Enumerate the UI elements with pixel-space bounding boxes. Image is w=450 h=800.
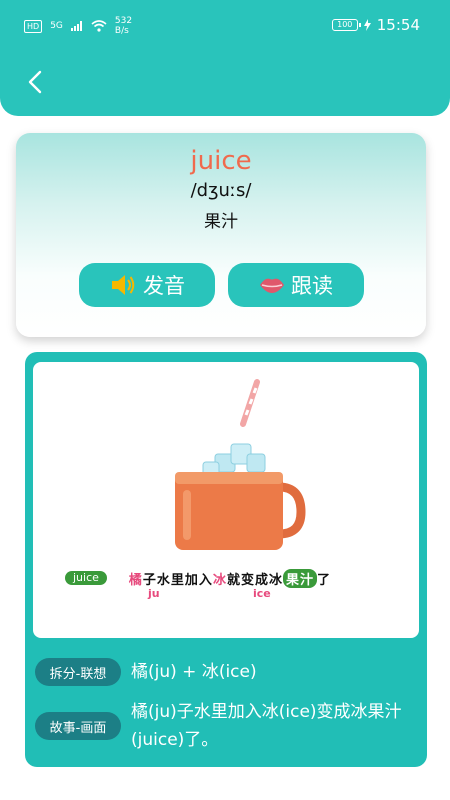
sentence-part: 就变成冰 bbox=[226, 572, 283, 588]
lips-icon bbox=[260, 278, 284, 293]
phonetic: /dʒuːs/ bbox=[190, 180, 252, 201]
wifi-icon bbox=[91, 20, 107, 32]
chevron-left-icon bbox=[28, 70, 42, 94]
status-right: 100 15:54 bbox=[331, 16, 420, 34]
highlight-ju: 橘 bbox=[128, 572, 143, 588]
split-association-label: 拆分-联想 bbox=[35, 658, 121, 686]
signal-label: 5G bbox=[50, 21, 63, 31]
word-title: juice bbox=[190, 146, 252, 176]
meaning: 果汁 bbox=[204, 212, 238, 232]
sentence-part: 了 bbox=[316, 572, 331, 588]
network-speed: 532 B/s bbox=[114, 16, 133, 36]
illustration-sentence: juice 橘 子水里加入 冰 就变成冰 果汁 了 bbox=[65, 567, 331, 589]
illustration-panel: juice 橘 子水里加入 冰 就变成冰 果汁 了 ju ice bbox=[33, 362, 419, 638]
highlight-juice: 果汁 bbox=[282, 568, 317, 588]
status-bar: HD 5G 532 B/s 100 15:54 bbox=[0, 0, 450, 50]
sentence-part: 子水里加入 bbox=[142, 572, 213, 588]
subscript-ju: ju bbox=[148, 587, 160, 600]
memory-card: juice 橘 子水里加入 冰 就变成冰 果汁 了 ju ice 拆分-联想 橘… bbox=[25, 352, 427, 767]
battery-icon: 100 bbox=[331, 19, 361, 31]
pronounce-button[interactable]: 发音 bbox=[79, 263, 215, 307]
story-scene-text: 橘(ju)子水里加入冰(ice)变成冰果汁(juice)了。 bbox=[131, 702, 402, 750]
story-scene-label: 故事-画面 bbox=[35, 712, 121, 740]
juice-tag: juice bbox=[65, 571, 107, 585]
hd-badge: HD bbox=[24, 19, 43, 33]
pronounce-label: 发音 bbox=[143, 274, 185, 298]
back-button[interactable] bbox=[20, 60, 54, 104]
subscript-ice: ice bbox=[253, 587, 271, 600]
status-left: HD 5G 532 B/s bbox=[24, 16, 132, 36]
juice-mug-icon bbox=[175, 379, 306, 550]
split-association-text: 橘(ju) + 冰(ice) bbox=[131, 662, 257, 682]
follow-read-button[interactable]: 跟读 bbox=[228, 263, 364, 307]
charging-icon bbox=[363, 19, 371, 31]
follow-label: 跟读 bbox=[291, 274, 333, 298]
app-header: HD 5G 532 B/s 100 15:54 bbox=[0, 0, 450, 116]
speaker-icon bbox=[112, 275, 135, 295]
word-card: juice /dʒuːs/ 果汁 发音 跟读 bbox=[16, 133, 426, 337]
highlight-ice: 冰 bbox=[212, 572, 227, 588]
clock: 15:54 bbox=[376, 16, 420, 34]
signal-icon bbox=[70, 21, 82, 31]
